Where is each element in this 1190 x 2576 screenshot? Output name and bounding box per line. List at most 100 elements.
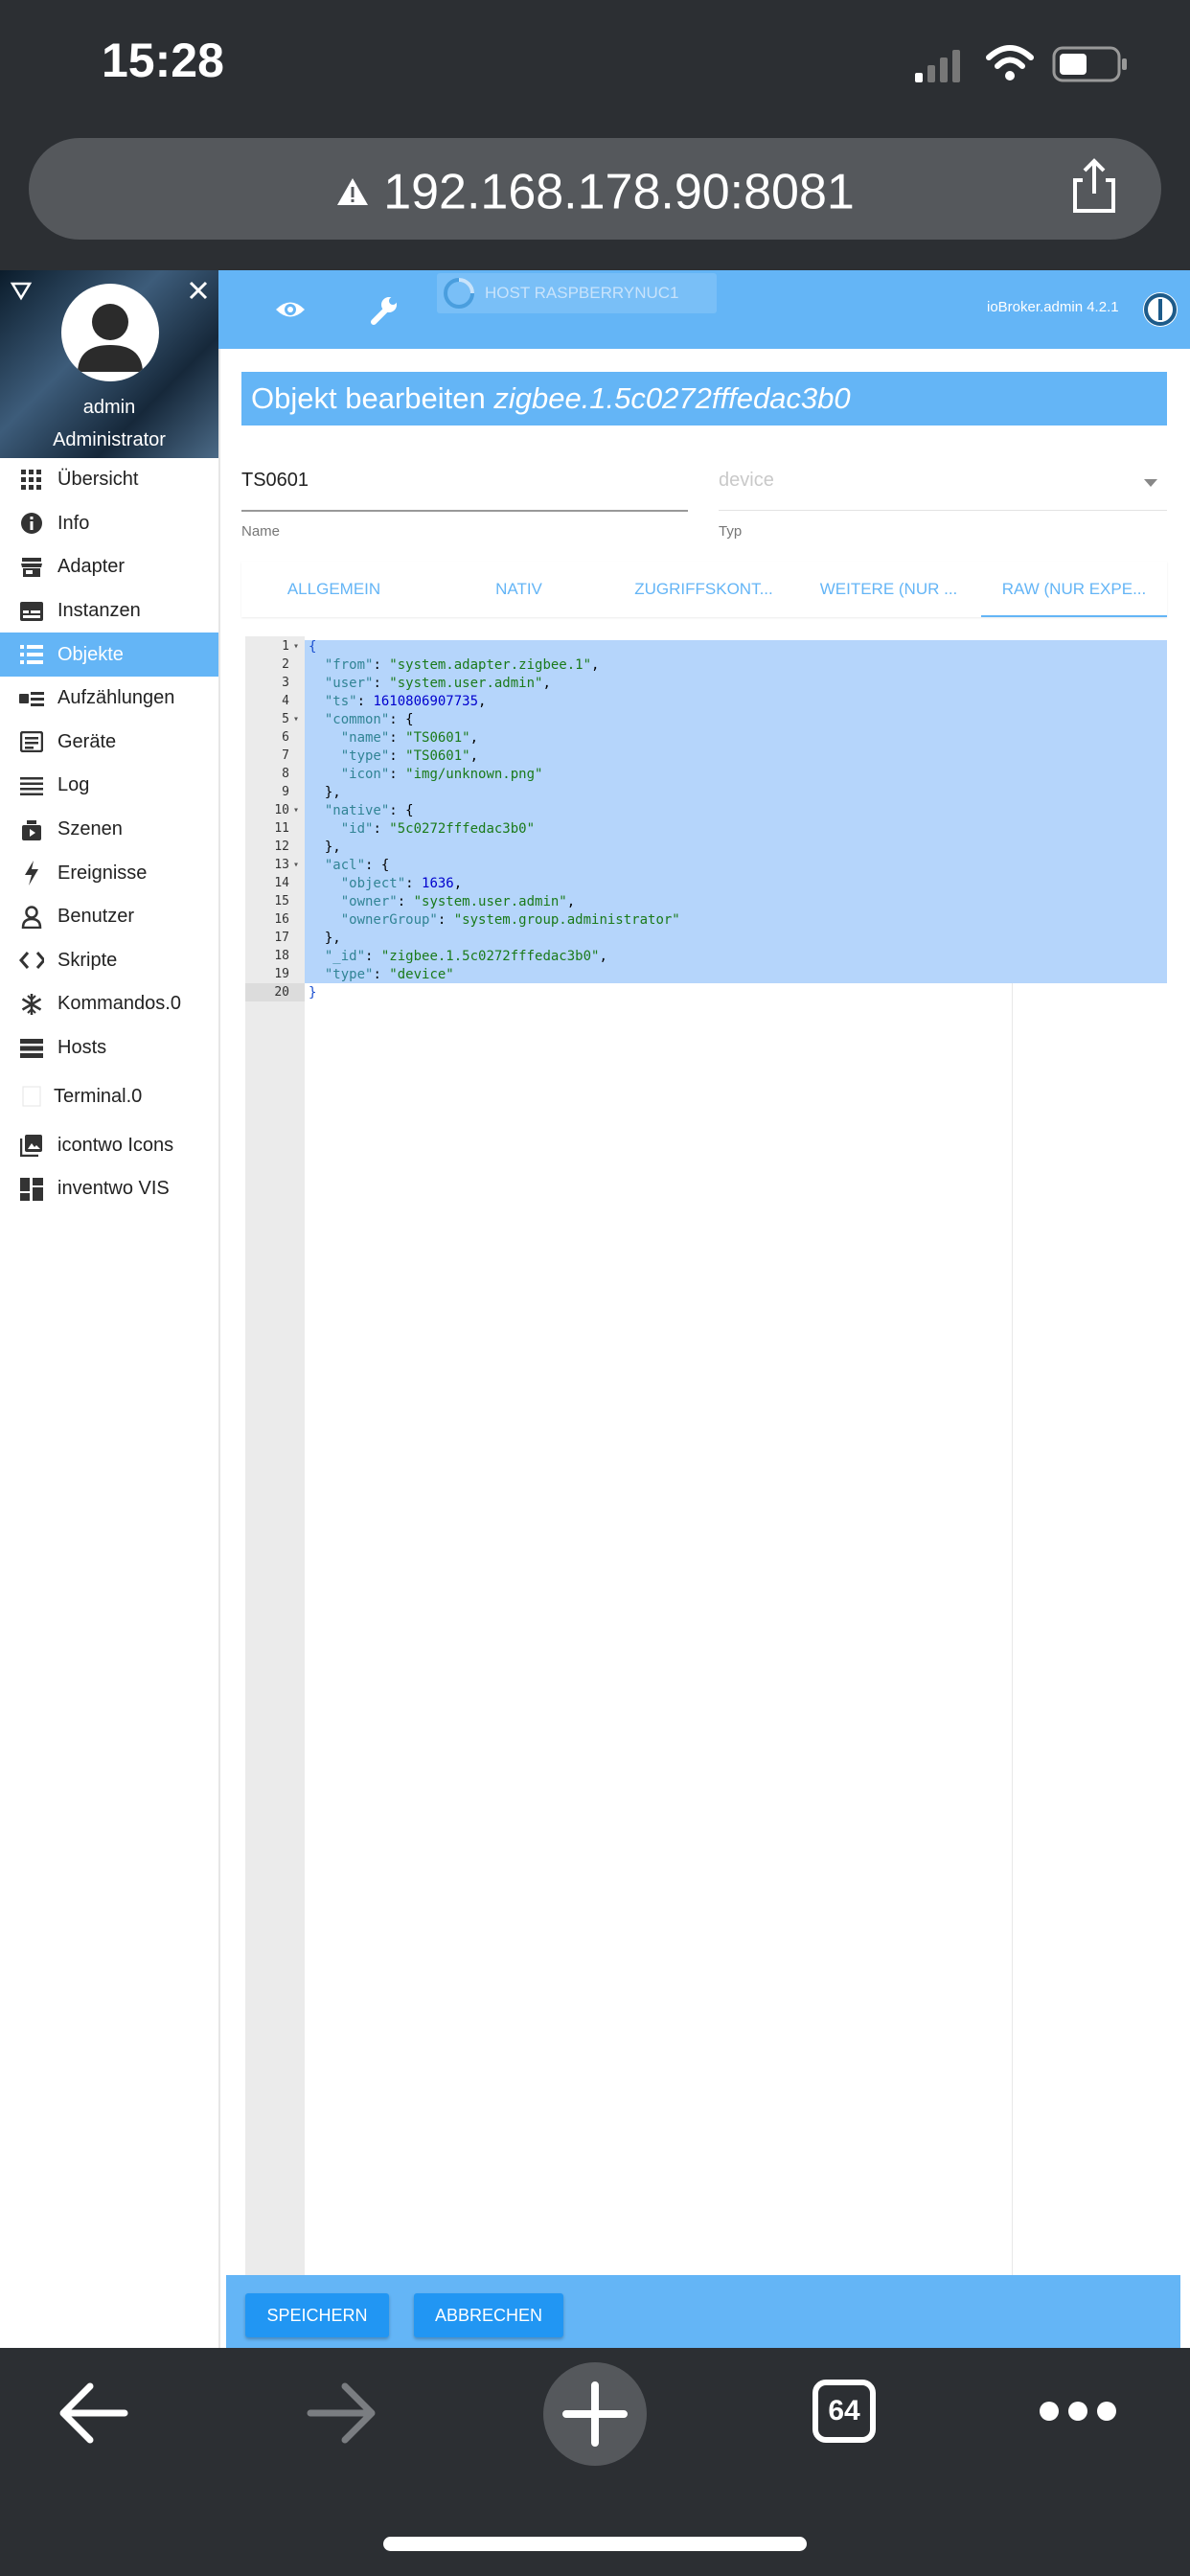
- home-indicator: [383, 2537, 807, 2551]
- wifi-icon: [986, 45, 1034, 80]
- code-line: "object": 1636,: [340, 876, 463, 891]
- sidebar-item-instanzen[interactable]: Instanzen: [0, 589, 218, 633]
- sidebar-item-label: Ereignisse: [57, 862, 148, 884]
- hosts-icon: [19, 1036, 44, 1061]
- sidebar-item-geräte[interactable]: Geräte: [0, 721, 218, 765]
- warning-icon: [337, 178, 369, 206]
- code-line: "common": {: [324, 712, 414, 727]
- sidebar-item-label: Szenen: [57, 818, 123, 840]
- sidebar-item-übersicht[interactable]: Übersicht: [0, 458, 218, 502]
- sidebar-item-label: Aufzählungen: [57, 687, 175, 709]
- more-dots-icon[interactable]: [1037, 2399, 1119, 2424]
- type-select[interactable]: device: [719, 470, 774, 492]
- line-number: 5: [282, 712, 289, 726]
- log-icon: [19, 773, 44, 798]
- sidebar-item-benutzer[interactable]: Benutzer: [0, 895, 218, 939]
- tabs-count-button[interactable]: 64: [812, 2380, 876, 2443]
- code-icon: [19, 948, 44, 973]
- code-line: "ts": 1610806907735,: [324, 694, 487, 709]
- user-role: Administrator: [53, 429, 166, 450]
- sidebar-item-label: Instanzen: [57, 600, 141, 622]
- sidebar-item-label: Hosts: [57, 1037, 107, 1059]
- devices-icon: [19, 729, 44, 754]
- fold-toggle-icon[interactable]: ▾: [293, 805, 299, 816]
- name-field[interactable]: TS0601: [241, 470, 309, 492]
- sidebar-item-ereignisse[interactable]: Ereignisse: [0, 851, 218, 895]
- code-line: "acl": {: [324, 858, 390, 873]
- chevron-down-icon[interactable]: [1142, 477, 1159, 489]
- code-line: }: [309, 985, 317, 1000]
- status-time: 15:28: [102, 34, 224, 87]
- host-label: HOST RASPBERRYNUC1: [485, 284, 679, 302]
- save-button[interactable]: SPEICHERN: [245, 2293, 389, 2337]
- fold-toggle-icon[interactable]: ▾: [293, 714, 299, 724]
- sidebar-menu: Übersicht Info Adapter Instanzen Objekte Aufz…: [0, 458, 218, 1211]
- sidebar-item-label: Kommandos.0: [57, 993, 181, 1015]
- sidebar-item-objekte[interactable]: Objekte: [0, 632, 218, 677]
- line-number: 1: [282, 639, 289, 654]
- sidebar-item-szenen[interactable]: Szenen: [0, 808, 218, 852]
- dashboard-icon: [19, 1177, 44, 1202]
- new-tab-plus-icon[interactable]: [542, 2361, 648, 2467]
- forward-arrow-icon[interactable]: [305, 2377, 381, 2450]
- cancel-button[interactable]: ABBRECHEN: [414, 2293, 563, 2337]
- sidebar-item-aufzählungen[interactable]: Aufzählungen: [0, 677, 218, 721]
- sidebar-item-icontwo-icons[interactable]: icontwo Icons: [0, 1123, 218, 1167]
- sidebar-item-kommandos-0[interactable]: Kommandos.0: [0, 982, 218, 1026]
- loading-spinner-icon: [444, 278, 474, 309]
- fold-toggle-icon[interactable]: ▾: [293, 860, 299, 870]
- active-tab-indicator: [981, 615, 1167, 617]
- name-label: Name: [241, 523, 281, 540]
- sidebar-item-info[interactable]: Info: [0, 502, 218, 546]
- avatar: [61, 284, 159, 381]
- eye-icon[interactable]: [274, 297, 307, 322]
- line-number: 3: [282, 676, 289, 690]
- collapse-triangle-icon[interactable]: [10, 280, 33, 301]
- line-number: 18: [274, 949, 289, 963]
- wrench-icon[interactable]: [368, 293, 400, 326]
- close-icon[interactable]: [188, 280, 209, 301]
- sidebar-item-adapter[interactable]: Adapter: [0, 545, 218, 589]
- code-line: "id": "5c0272fffedac3b0": [340, 821, 536, 837]
- fold-toggle-icon[interactable]: ▾: [293, 641, 299, 652]
- code-line: "ownerGroup": "system.group.administrato…: [340, 912, 680, 928]
- code-line: "_id": "zigbee.1.5c0272fffedac3b0",: [324, 949, 607, 964]
- tab-nativ[interactable]: NATIV: [426, 562, 611, 617]
- sidebar-item-label: Log: [57, 774, 90, 796]
- line-number: 13: [274, 858, 289, 872]
- dialog-title-prefix: Objekt bearbeiten: [251, 381, 486, 415]
- dialog-tabs: ALLGEMEIN NATIV ZUGRIFFSKONT... WEITERE …: [241, 562, 1167, 617]
- instances-icon: [19, 599, 44, 624]
- iobroker-logo-icon[interactable]: [1140, 289, 1180, 330]
- sidebar-item-label: icontwo Icons: [57, 1134, 174, 1156]
- type-label: Typ: [719, 523, 743, 540]
- sidebar-item-log[interactable]: Log: [0, 764, 218, 808]
- code-line: "from": "system.adapter.zigbee.1",: [324, 657, 600, 673]
- url-bar[interactable]: 192.168.178.90:8081: [29, 138, 1161, 240]
- code-line: "type": "TS0601",: [340, 748, 479, 764]
- enums-icon: [19, 686, 44, 711]
- tab-zugriffskontrolle[interactable]: ZUGRIFFSKONT...: [611, 562, 796, 617]
- tab-allgemein[interactable]: ALLGEMEIN: [241, 562, 426, 617]
- tab-weitere[interactable]: WEITERE (NUR ...: [796, 562, 981, 617]
- line-number: 10: [274, 803, 289, 817]
- line-number: 12: [274, 840, 289, 854]
- share-icon[interactable]: [1064, 155, 1125, 217]
- line-number: 6: [282, 730, 289, 745]
- tab-raw[interactable]: RAW (NUR EXPE...: [981, 562, 1167, 617]
- sidebar-item-label: Geräte: [57, 730, 117, 752]
- sidebar-item-skripte[interactable]: Skripte: [0, 939, 218, 983]
- blank-icon: [19, 1084, 44, 1109]
- sidebar-item-label: Terminal.0: [54, 1085, 143, 1107]
- sidebar-item-hosts[interactable]: Hosts: [0, 1026, 218, 1070]
- line-number: 11: [274, 821, 289, 836]
- url-text: 192.168.178.90:8081: [383, 164, 855, 220]
- host-button[interactable]: HOST RASPBERRYNUC1: [437, 273, 717, 313]
- back-arrow-icon[interactable]: [54, 2377, 130, 2450]
- battery-icon: [1052, 46, 1127, 82]
- code-line: "owner": "system.user.admin",: [340, 894, 576, 909]
- image-icon: [19, 1133, 44, 1158]
- sidebar-item-terminal-0[interactable]: Terminal.0: [0, 1070, 218, 1123]
- snowflake-icon: [19, 992, 44, 1017]
- sidebar-item-inventwo-vis[interactable]: inventwo VIS: [0, 1167, 218, 1211]
